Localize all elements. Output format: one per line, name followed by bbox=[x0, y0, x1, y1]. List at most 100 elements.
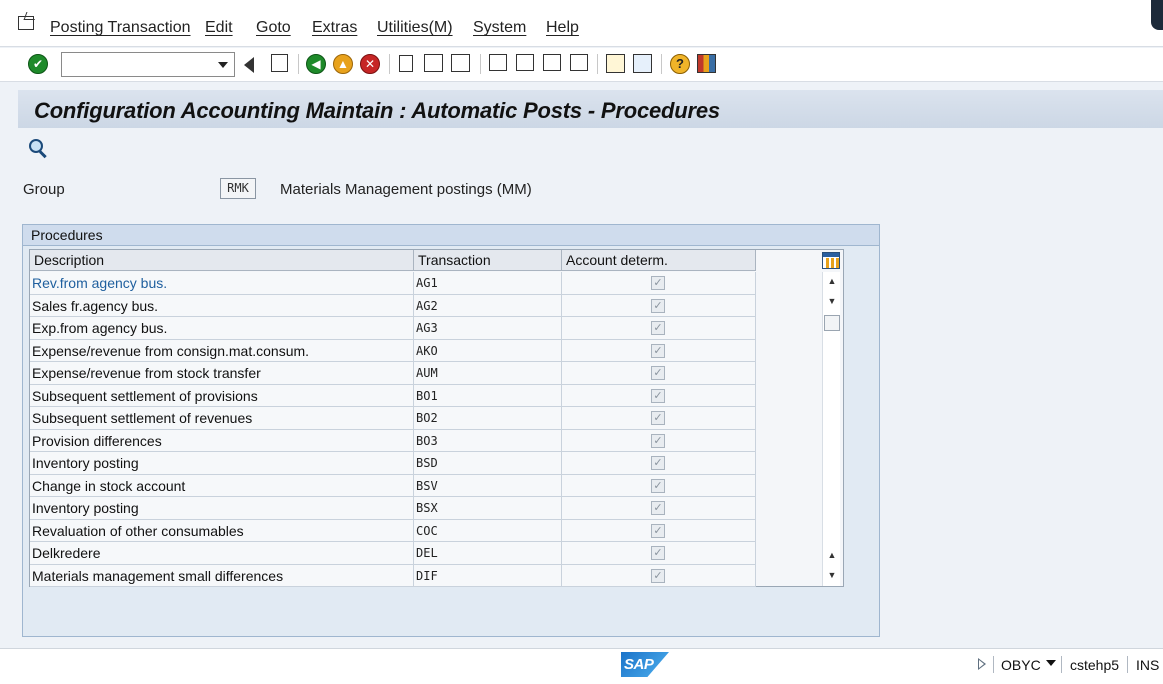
cell-transaction[interactable]: DIF bbox=[414, 564, 562, 587]
table-settings-icon[interactable] bbox=[822, 252, 840, 269]
help-icon[interactable]: ? bbox=[670, 54, 690, 74]
cell-transaction[interactable]: BO2 bbox=[414, 407, 562, 430]
table-row[interactable]: Rev.from agency bus. AG1 ✓ bbox=[30, 272, 756, 295]
cell-description[interactable]: Inventory posting bbox=[30, 497, 414, 520]
last-page-icon[interactable] bbox=[570, 54, 588, 71]
status-expand-icon[interactable] bbox=[978, 658, 986, 670]
vertical-scrollbar[interactable]: ▲ ▼ ▲ ▼ bbox=[822, 272, 840, 586]
table-row[interactable]: Subsequent settlement of provisions BO1 ✓ bbox=[30, 384, 756, 407]
cell-transaction[interactable]: AG1 bbox=[414, 272, 562, 295]
chevron-down-icon[interactable] bbox=[218, 62, 228, 68]
cell-description[interactable]: Revaluation of other consumables bbox=[30, 519, 414, 542]
account-determ-checkbox[interactable]: ✓ bbox=[651, 411, 665, 425]
group-field[interactable]: RMK bbox=[220, 178, 256, 199]
cell-transaction[interactable]: AKO bbox=[414, 339, 562, 362]
cell-transaction[interactable]: AG3 bbox=[414, 317, 562, 340]
cell-description[interactable]: Rev.from agency bus. bbox=[30, 272, 414, 295]
account-determ-checkbox[interactable]: ✓ bbox=[651, 456, 665, 470]
cell-transaction[interactable]: BO3 bbox=[414, 429, 562, 452]
account-determ-checkbox[interactable]: ✓ bbox=[651, 321, 665, 335]
find-next-icon[interactable] bbox=[451, 54, 470, 72]
table-row[interactable]: Materials management small differences DI… bbox=[30, 564, 756, 587]
cell-description[interactable]: Expense/revenue from consign.mat.consum. bbox=[30, 339, 414, 362]
account-determ-checkbox[interactable]: ✓ bbox=[651, 501, 665, 515]
cell-description[interactable]: Materials management small differences bbox=[30, 564, 414, 587]
account-determ-checkbox[interactable]: ✓ bbox=[651, 388, 665, 403]
find-icon[interactable] bbox=[424, 54, 443, 72]
menu-extras[interactable]: Extras bbox=[312, 19, 357, 37]
column-header-description[interactable]: Description bbox=[30, 250, 414, 271]
first-page-icon[interactable] bbox=[489, 54, 507, 71]
menu-edit[interactable]: Edit bbox=[205, 19, 233, 37]
display-change-icon[interactable] bbox=[28, 138, 48, 159]
table-row[interactable]: Subsequent settlement of revenues BO2 ✓ bbox=[30, 407, 756, 430]
back-triangle-icon[interactable] bbox=[244, 57, 254, 73]
account-determ-checkbox[interactable]: ✓ bbox=[651, 366, 665, 380]
status-mode[interactable]: INS bbox=[1136, 657, 1159, 673]
menu-posting-transaction[interactable]: Posting Transaction bbox=[50, 19, 191, 37]
account-determ-checkbox[interactable]: ✓ bbox=[651, 433, 665, 448]
table-row[interactable]: Expense/revenue from stock transfer AUM ✓ bbox=[30, 362, 756, 385]
table-row[interactable]: Expense/revenue from consign.mat.consum.… bbox=[30, 339, 756, 362]
table-row[interactable]: Inventory posting BSD ✓ bbox=[30, 452, 756, 475]
cell-transaction[interactable]: BSX bbox=[414, 497, 562, 520]
cell-transaction[interactable]: COC bbox=[414, 519, 562, 542]
table-row[interactable]: Sales fr.agency bus. AG2 ✓ bbox=[30, 294, 756, 317]
table-row[interactable]: Revaluation of other consumables COC ✓ bbox=[30, 519, 756, 542]
window-control[interactable] bbox=[1151, 0, 1163, 30]
menu-utilities[interactable]: Utilities(M) bbox=[377, 19, 453, 37]
table-row[interactable]: Change in stock account BSV ✓ bbox=[30, 474, 756, 497]
table-row[interactable]: Inventory posting BSX ✓ bbox=[30, 497, 756, 520]
cell-description[interactable]: Change in stock account bbox=[30, 474, 414, 497]
cell-transaction[interactable]: BSD bbox=[414, 452, 562, 475]
cell-transaction[interactable]: DEL bbox=[414, 542, 562, 565]
cell-transaction[interactable]: BSV bbox=[414, 474, 562, 497]
cell-description[interactable]: Delkredere bbox=[30, 542, 414, 565]
account-determ-checkbox[interactable]: ✓ bbox=[651, 276, 665, 290]
account-determ-checkbox[interactable]: ✓ bbox=[651, 523, 665, 538]
next-page-icon[interactable] bbox=[543, 54, 561, 71]
cell-description[interactable]: Inventory posting bbox=[30, 452, 414, 475]
cell-description[interactable]: Expense/revenue from stock transfer bbox=[30, 362, 414, 385]
menu-exit-icon[interactable] bbox=[18, 16, 34, 30]
scroll-down-icon[interactable]: ▼ bbox=[823, 292, 841, 310]
account-determ-checkbox[interactable]: ✓ bbox=[651, 568, 665, 583]
cancel-icon[interactable]: ✕ bbox=[360, 54, 380, 74]
account-determ-checkbox[interactable]: ✓ bbox=[651, 546, 665, 560]
cell-transaction[interactable]: AUM bbox=[414, 362, 562, 385]
column-header-account-determ[interactable]: Account determ. bbox=[562, 250, 756, 271]
enter-icon[interactable]: ✔ bbox=[28, 54, 48, 74]
save-icon[interactable] bbox=[271, 54, 288, 72]
back-icon[interactable]: ◀ bbox=[306, 54, 326, 74]
scroll-thumb[interactable] bbox=[824, 315, 840, 331]
table-row[interactable]: Delkredere DEL ✓ bbox=[30, 542, 756, 565]
table-row[interactable]: Exp.from agency bus. AG3 ✓ bbox=[30, 317, 756, 340]
previous-page-icon[interactable] bbox=[516, 54, 534, 71]
cell-transaction[interactable]: AG2 bbox=[414, 294, 562, 317]
account-determ-checkbox[interactable]: ✓ bbox=[651, 343, 665, 358]
account-determ-checkbox[interactable]: ✓ bbox=[651, 298, 665, 313]
scroll-page-up-icon[interactable]: ▲ bbox=[823, 546, 841, 564]
column-header-transaction[interactable]: Transaction bbox=[414, 250, 562, 271]
scroll-up-icon[interactable]: ▲ bbox=[823, 272, 841, 290]
command-field[interactable] bbox=[61, 52, 235, 77]
cell-description[interactable]: Exp.from agency bus. bbox=[30, 317, 414, 340]
menu-goto[interactable]: Goto bbox=[256, 19, 291, 37]
chevron-down-icon[interactable] bbox=[1046, 660, 1056, 666]
menu-help[interactable]: Help bbox=[546, 19, 579, 37]
group-label: Group bbox=[23, 181, 65, 198]
cell-description[interactable]: Provision differences bbox=[30, 429, 414, 452]
layout-icon[interactable] bbox=[697, 54, 716, 73]
shortcut-icon[interactable] bbox=[633, 54, 652, 73]
cell-transaction[interactable]: BO1 bbox=[414, 384, 562, 407]
scroll-page-down-icon[interactable]: ▼ bbox=[823, 566, 841, 584]
cell-description[interactable]: Subsequent settlement of revenues bbox=[30, 407, 414, 430]
table-row[interactable]: Provision differences BO3 ✓ bbox=[30, 429, 756, 452]
print-icon[interactable] bbox=[399, 55, 413, 72]
cell-description[interactable]: Sales fr.agency bus. bbox=[30, 294, 414, 317]
exit-icon[interactable]: ▲ bbox=[333, 54, 353, 74]
account-determ-checkbox[interactable]: ✓ bbox=[651, 478, 665, 493]
create-session-icon[interactable] bbox=[606, 54, 625, 73]
cell-description[interactable]: Subsequent settlement of provisions bbox=[30, 384, 414, 407]
menu-system[interactable]: System bbox=[473, 19, 526, 37]
